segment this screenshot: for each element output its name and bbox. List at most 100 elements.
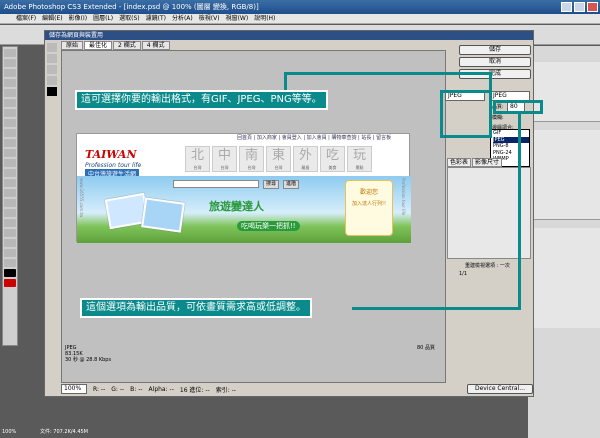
tab-optimized[interactable]: 最佳化 (84, 41, 113, 50)
preview-quality: 80 品質 (417, 345, 435, 351)
banner-title: 旅遊變達人 (209, 200, 264, 213)
category-islands[interactable]: 外離島 (293, 146, 318, 172)
healing-brush-tool-icon[interactable] (4, 109, 16, 117)
menu-image[interactable]: 影像(I) (69, 14, 87, 23)
magic-wand-tool-icon[interactable] (4, 79, 16, 87)
website-search-input[interactable] (173, 180, 259, 188)
tab-color-table[interactable]: 色彩表 (447, 158, 472, 167)
category-food[interactable]: 吃美食 (320, 146, 345, 172)
dodge-tool-icon[interactable] (4, 179, 16, 187)
menu-filter[interactable]: 濾鏡(T) (146, 14, 166, 23)
website-search-button[interactable]: 搜尋 (263, 180, 280, 189)
website-logo-sub: Profession tour life (85, 162, 142, 169)
pen-tool-icon[interactable] (4, 189, 16, 197)
table-status: 重建檢視選項 : 一次 (465, 263, 510, 269)
welcome-box[interactable]: 歡迎您 加入達人行列!! (345, 180, 393, 236)
lasso-tool-icon[interactable] (4, 69, 16, 77)
quality-highlight-box (493, 100, 543, 114)
r-readout: R: -- (93, 385, 106, 393)
category-north[interactable]: 北台灣 (185, 146, 210, 172)
hex-readout: 16 進位: -- (179, 386, 210, 394)
callout-format-line (284, 72, 492, 75)
callout-format-line (489, 72, 492, 90)
minimize-icon[interactable] (561, 2, 572, 12)
menu-analysis[interactable]: 分析(A) (172, 14, 193, 23)
menu-help[interactable]: 說明(H) (254, 14, 275, 23)
device-central-button[interactable]: Device Central... (467, 384, 533, 394)
menu-edit[interactable]: 編輯(E) (42, 14, 62, 23)
alpha-readout: Alpha: -- (148, 385, 174, 393)
index-readout: 索引: -- (215, 386, 236, 394)
gradient-tool-icon[interactable] (4, 159, 16, 167)
welcome-title: 歡迎您 (359, 189, 378, 196)
zoom-icon[interactable] (47, 65, 57, 74)
tab-2up[interactable]: 2 欄式 (113, 41, 141, 50)
doc-status: 文件: 707.2K/4.45M (40, 429, 88, 435)
blur-tool-icon[interactable] (4, 169, 16, 177)
move-tool-icon[interactable] (4, 49, 16, 57)
foreground-color-swatch[interactable] (4, 269, 16, 277)
save-button[interactable]: 儲存 (459, 45, 531, 55)
category-east[interactable]: 東台灣 (266, 146, 291, 172)
maximize-icon[interactable] (574, 2, 585, 12)
menu-file[interactable]: 檔案(F) (16, 14, 36, 23)
website-nav: 回首頁 | 加入商家 | 會員登入 | 加入會員 | 購物車查詢 | 站長 | … (237, 135, 392, 141)
app-title: Adobe Photoshop CS3 Extended - [index.ps… (4, 3, 259, 11)
app-title-bar: Adobe Photoshop CS3 Extended - [index.ps… (0, 0, 600, 14)
website-side-text: Profession tour life (401, 178, 406, 216)
marquee-tool-icon[interactable] (4, 59, 16, 67)
website-logo-text: TAIWAN (85, 148, 137, 161)
dialog-status-bar: 100% R: -- G: -- B: -- Alpha: -- 16 進位: … (61, 383, 533, 395)
website-url: www.16555.com.tw (79, 178, 84, 218)
cancel-button[interactable]: 取消 (459, 57, 531, 67)
category-fun[interactable]: 玩景點 (347, 146, 372, 172)
eyedropper-tool-icon[interactable] (4, 239, 16, 247)
website-categories: 北台灣 中台灣 南台灣 東台灣 外離島 吃美食 玩景點 (185, 146, 372, 172)
color-panel (528, 130, 600, 220)
notes-tool-icon[interactable] (4, 229, 16, 237)
g-readout: G: -- (111, 385, 125, 393)
layers-panel (528, 228, 600, 328)
history-brush-tool-icon[interactable] (4, 139, 16, 147)
right-tabs: 色彩表 影像尺寸 (447, 158, 503, 167)
eraser-tool-icon[interactable] (4, 149, 16, 157)
eyedropper-icon[interactable] (47, 76, 57, 85)
website-preview: 回首頁 | 加入商家 | 會員登入 | 加入會員 | 購物車查詢 | 站長 | … (76, 133, 411, 243)
slice-select-icon[interactable] (47, 54, 57, 63)
website-advanced-button[interactable]: 進階 (283, 180, 300, 189)
banner-photo (141, 197, 185, 233)
eyedropper-color-swatch[interactable] (47, 87, 57, 96)
dialog-title: 儲存為網頁與裝置用 (45, 31, 533, 40)
category-central[interactable]: 中台灣 (212, 146, 237, 172)
tab-image-size[interactable]: 影像尺寸 (472, 158, 503, 167)
clone-stamp-tool-icon[interactable] (4, 129, 16, 137)
dialog-tools (47, 43, 59, 103)
hand-icon[interactable] (47, 43, 57, 52)
window-controls (561, 2, 598, 12)
tab-4up[interactable]: 4 欄式 (141, 41, 170, 50)
menu-bar: 檔案(F) 編輯(E) 影像(I) 圖層(L) 選取(S) 濾鏡(T) 分析(A… (0, 14, 600, 24)
type-tool-icon[interactable] (4, 199, 16, 207)
slice-tool-icon[interactable] (4, 99, 16, 107)
menu-layer[interactable]: 圖層(L) (93, 14, 113, 23)
path-select-tool-icon[interactable] (4, 209, 16, 217)
brush-tool-icon[interactable] (4, 119, 16, 127)
callout-quality-line (352, 307, 521, 310)
menu-view[interactable]: 檢視(V) (199, 14, 220, 23)
hand-tool-icon[interactable] (4, 249, 16, 257)
background-color-swatch[interactable] (4, 279, 16, 287)
menu-window[interactable]: 視窗(W) (226, 14, 249, 23)
blur-label: 模糊: (492, 115, 504, 121)
tab-original[interactable]: 原始 (61, 41, 84, 50)
close-icon[interactable] (587, 2, 598, 12)
format-highlight-box (440, 90, 492, 138)
zoom-tool-icon[interactable] (4, 259, 16, 267)
preview-time: 30 秒 @ 28.8 Kbps (65, 357, 112, 363)
menu-select[interactable]: 選取(S) (119, 14, 140, 23)
crop-tool-icon[interactable] (4, 89, 16, 97)
category-south[interactable]: 南台灣 (239, 146, 264, 172)
shape-tool-icon[interactable] (4, 219, 16, 227)
zoom-select[interactable]: 100% (61, 384, 87, 394)
website-banner: 搜尋 進階 旅遊變達人 吃喝玩樂一把抓!! 歡迎您 加入達人行列!! (77, 176, 411, 243)
callout-quality-line (518, 114, 521, 310)
